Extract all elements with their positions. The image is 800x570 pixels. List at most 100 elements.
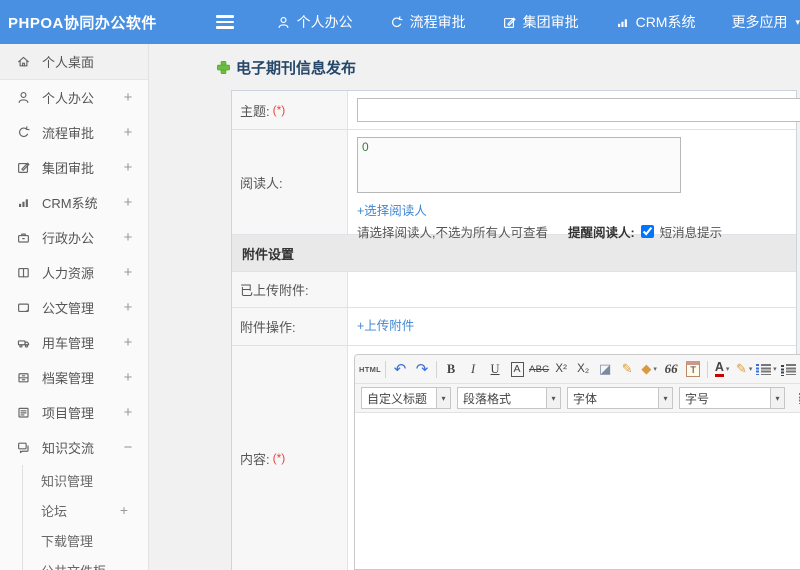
- blockquote-button[interactable]: 66: [661, 359, 681, 379]
- menu-toggle-icon[interactable]: [212, 11, 238, 33]
- content-row: 内容: (*) HTML ↶ ↷ B I U A ABC X² X₂ ◪ ✎ ◆ ▾ 66 T A ▾ ✎ ▾ ▾ 自定义…: [232, 346, 800, 570]
- sidebar-item-vehicle-mgmt[interactable]: 用车管理 +: [0, 325, 148, 360]
- toolbar-separator: [707, 360, 709, 378]
- strikethrough-button[interactable]: ABC: [529, 359, 549, 379]
- add-icon: [216, 60, 231, 75]
- nav-item-label: 集团审批: [522, 14, 579, 30]
- sidebar-item-download-mgmt[interactable]: 下载管理: [23, 525, 148, 555]
- expand-icon[interactable]: +: [122, 124, 134, 141]
- sidebar-item-public-file-cabinet[interactable]: 公共文件柜: [23, 555, 148, 570]
- font-size-select[interactable]: 字号 ▾: [679, 387, 785, 409]
- sidebar-item-personal-office[interactable]: 个人办公 +: [0, 80, 148, 115]
- sidebar-item-knowledge-exchange[interactable]: 知识交流 −: [0, 430, 148, 465]
- html-source-button[interactable]: HTML: [359, 359, 381, 379]
- expand-icon[interactable]: +: [122, 334, 134, 351]
- expand-icon[interactable]: +: [122, 89, 134, 106]
- sidebar-item-project-mgmt[interactable]: 项目管理 +: [0, 395, 148, 430]
- expand-icon[interactable]: +: [122, 404, 134, 421]
- editor-content-area[interactable]: [355, 413, 800, 569]
- nav-item-personal-office[interactable]: 个人办公: [276, 12, 353, 32]
- bold-button[interactable]: B: [441, 359, 461, 379]
- sidebar-item-archive-mgmt[interactable]: 档案管理 +: [0, 360, 148, 395]
- toolbar-separator: [385, 360, 387, 378]
- uploaded-cell: [348, 272, 796, 307]
- content-label: 内容: (*): [232, 346, 348, 570]
- italic-button[interactable]: I: [463, 359, 483, 379]
- choose-readers-link[interactable]: +选择阅读人: [357, 200, 427, 219]
- caret-down-icon: ▾: [748, 366, 753, 373]
- expand-icon[interactable]: +: [122, 369, 134, 386]
- font-family-select[interactable]: 字体 ▾: [567, 387, 673, 409]
- superscript-button[interactable]: X²: [551, 359, 571, 379]
- home-icon: [16, 54, 33, 69]
- ordered-list-button[interactable]: ▾: [756, 359, 777, 379]
- nav-item-workflow-approval[interactable]: 流程审批: [389, 12, 466, 32]
- nav-item-more-apps[interactable]: 更多应用 ▾: [731, 12, 800, 32]
- redo-button[interactable]: ↷: [412, 359, 432, 379]
- unordered-list-button[interactable]: [779, 359, 799, 379]
- chart-icon: [615, 15, 630, 30]
- sidebar-item-crm-system[interactable]: CRM系统 +: [0, 185, 148, 220]
- font-color-button[interactable]: A ▾: [712, 359, 732, 379]
- sidebar-item-label: 知识管理: [41, 473, 94, 489]
- uploaded-row: 已上传附件:: [232, 272, 796, 308]
- sidebar-item-label: 个人桌面: [42, 55, 95, 70]
- font-size-select-value: 字号: [685, 391, 710, 406]
- sidebar-item-label: 集团审批: [42, 161, 95, 176]
- sidebar-item-workflow-approval[interactable]: 流程审批 +: [0, 115, 148, 150]
- editor-toolbar-row1: HTML ↶ ↷ B I U A ABC X² X₂ ◪ ✎ ◆ ▾ 66 T A ▾ ✎ ▾ ▾: [355, 355, 800, 384]
- subscript-button[interactable]: X₂: [573, 359, 593, 379]
- sidebar-item-label: 流程审批: [42, 126, 95, 141]
- subject-input[interactable]: [357, 98, 800, 122]
- expand-icon[interactable]: +: [122, 229, 134, 246]
- sidebar-item-admin-office[interactable]: 行政办公 +: [0, 220, 148, 255]
- underline-button[interactable]: U: [485, 359, 505, 379]
- rich-text-editor: HTML ↶ ↷ B I U A ABC X² X₂ ◪ ✎ ◆ ▾ 66 T A ▾ ✎ ▾ ▾ 自定义标题 ▾ 段落格式…: [354, 354, 800, 570]
- nav-item-crm-system[interactable]: CRM系统: [615, 12, 695, 32]
- sidebar-item-label: 知识交流: [42, 441, 95, 456]
- font-color-glyph: A: [714, 361, 724, 377]
- attach-op-row: 附件操作: +上传附件: [232, 308, 796, 346]
- sidebar-item-human-resources[interactable]: 人力资源 +: [0, 255, 148, 290]
- sidebar-item-label: 人力资源: [42, 266, 95, 281]
- caret-down-icon: ▾: [770, 388, 784, 408]
- expand-icon[interactable]: +: [120, 502, 128, 518]
- car-icon: [16, 335, 33, 350]
- project-icon: [16, 405, 33, 420]
- highlight-button[interactable]: ✎ ▾: [734, 359, 754, 379]
- sidebar-item-label: 行政办公: [42, 231, 95, 246]
- expand-icon[interactable]: −: [122, 439, 134, 456]
- align-left-button[interactable]: [795, 388, 800, 408]
- caret-down-icon: ▾: [795, 16, 800, 27]
- sidebar-item-group-approval[interactable]: 集团审批 +: [0, 150, 148, 185]
- caret-down-icon: ▾: [546, 388, 560, 408]
- format-brush-button[interactable]: ✎: [617, 359, 637, 379]
- readers-textarea[interactable]: 0: [357, 137, 681, 193]
- paste-text-button[interactable]: T: [683, 359, 703, 379]
- readers-row: 阅读人: 0 +选择阅读人 请选择阅读人,不选为所有人可查看 提醒阅读人: 短消…: [232, 130, 796, 240]
- expand-icon[interactable]: +: [122, 194, 134, 211]
- top-nav: 个人办公 流程审批 集团审批 CRM系统 更多应用 ▾: [276, 12, 800, 32]
- expand-icon[interactable]: +: [122, 264, 134, 281]
- sidebar-item-label: 公共文件柜: [41, 561, 128, 570]
- paragraph-format-select[interactable]: 段落格式 ▾: [457, 387, 561, 409]
- custom-title-select[interactable]: 自定义标题 ▾: [361, 387, 451, 409]
- upload-attachment-link[interactable]: +上传附件: [357, 315, 414, 334]
- expand-icon[interactable]: +: [122, 159, 134, 176]
- readers-label: 阅读人:: [232, 130, 348, 234]
- paste-text-glyph: T: [686, 361, 701, 377]
- undo-button[interactable]: ↶: [390, 359, 410, 379]
- sidebar-item-knowledge-mgmt[interactable]: 知识管理: [23, 465, 148, 495]
- caret-down-icon: ▾: [436, 388, 450, 408]
- nav-item-group-approval[interactable]: 集团审批: [502, 12, 579, 32]
- eraser-button[interactable]: ◪: [595, 359, 615, 379]
- sidebar-item-document-mgmt[interactable]: 公文管理 +: [0, 290, 148, 325]
- subject-row: 主题: (*): [232, 91, 800, 130]
- sidebar-item-personal-desktop[interactable]: 个人桌面: [0, 44, 148, 80]
- editor-toolbar-row2: 自定义标题▾段落格式▾字体▾字号▾∞∞: [355, 384, 800, 413]
- autotypeset-button[interactable]: ◆ ▾: [639, 359, 659, 379]
- sidebar-item-forum[interactable]: 论坛 +: [23, 495, 148, 525]
- font-border-button[interactable]: A: [507, 359, 527, 379]
- expand-icon[interactable]: +: [122, 299, 134, 316]
- sms-checkbox[interactable]: [640, 225, 654, 238]
